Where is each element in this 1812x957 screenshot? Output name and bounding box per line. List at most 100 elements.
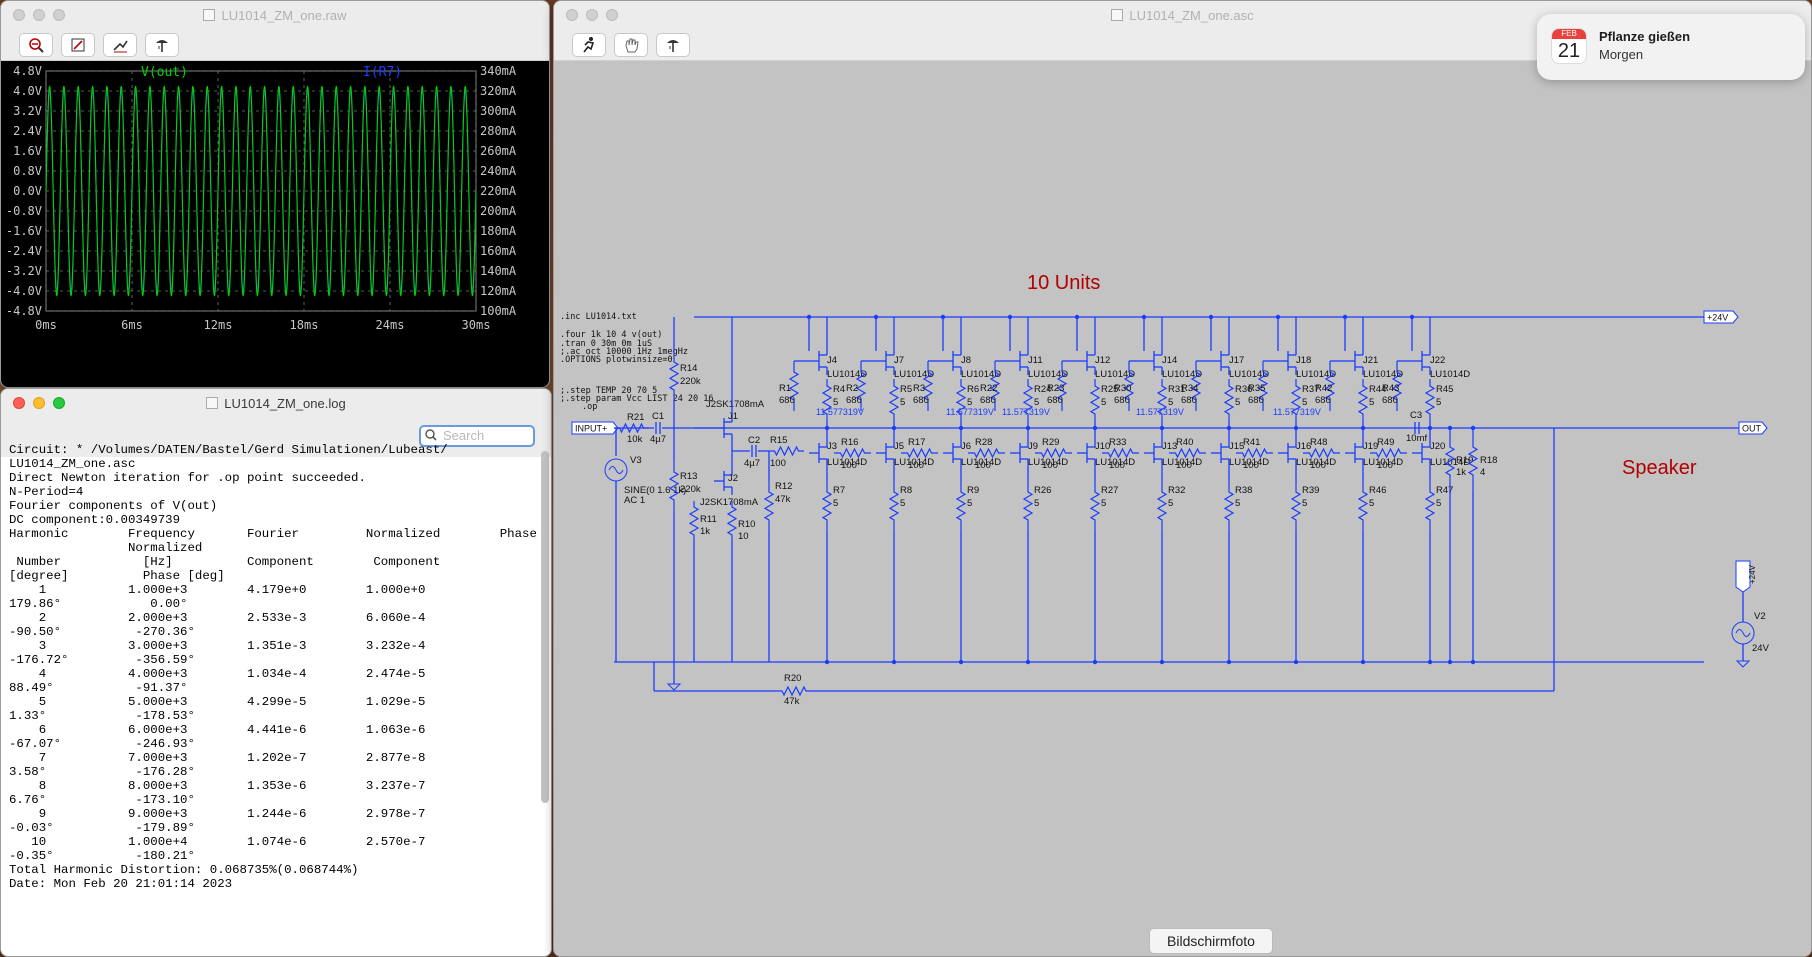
unit-rs-label: R6 (967, 384, 979, 395)
unit-part-top: LU1014D (1430, 369, 1470, 380)
log-window[interactable]: LU1014_ZM_one.log Search Circuit: * /Vol… (0, 388, 552, 957)
unit-rp-label: R35 (1248, 383, 1265, 394)
zoom-button[interactable] (53, 9, 65, 21)
unit-rp-value: 680 (980, 395, 996, 406)
waveform-plot[interactable]: 4.8V 4.0V 3.2V 2.4V 1.6V 0.8V 0.0V -0.8V -1.6V -2… (1, 61, 550, 388)
calendar-month: FEB (1552, 29, 1586, 39)
unit-ro-symbol (1424, 481, 1436, 531)
unit-rg-value: 100 (975, 460, 991, 471)
schematic-window[interactable]: LU1014_ZM_one.asc 10 Units Speaker .inc LU… (553, 0, 1812, 957)
unit-ro-symbol (1156, 481, 1168, 531)
x-tick: 6ms (121, 318, 143, 332)
x-tick: 24ms (376, 318, 405, 332)
r20-symbol (769, 685, 819, 697)
autorange-button[interactable] (103, 32, 137, 57)
pan-button[interactable] (614, 32, 648, 57)
junction-dot (958, 659, 964, 665)
y-left-tick: -0.8V (6, 204, 42, 218)
log-line: 9 9.000e+3 1.244e-6 2.978e-7 (9, 807, 426, 821)
unit-ro-symbol (1022, 481, 1034, 531)
unit-ro-symbol (888, 481, 900, 531)
unit-rg-label: R33 (1109, 437, 1126, 448)
r11-value: 1k (700, 526, 710, 537)
unit-rg-label: R16 (841, 437, 858, 448)
unit-rs-symbol (1089, 379, 1101, 421)
y-left-tick: 2.4V (13, 124, 42, 138)
log-line: -176.72° -356.59° (9, 653, 195, 667)
waveform-titlebar[interactable]: LU1014_ZM_one.raw (1, 1, 549, 29)
schematic-drawing[interactable]: 10 UnitsSpeaker.inc LU1014.txt.four 1k 1… (554, 61, 1812, 957)
y-right-tick: 300mA (480, 104, 517, 118)
r13-value: 220k (680, 484, 701, 495)
r15-label: R15 (770, 435, 787, 446)
y-left-tick: -1.6V (6, 224, 42, 238)
log-titlebar[interactable]: LU1014_ZM_one.log (1, 389, 551, 417)
schematic-canvas[interactable]: 10 Units Speaker .inc LU1014.txt .four 1k 1… (554, 61, 1812, 957)
y-right-tick: 260mA (480, 144, 517, 158)
speaker-label: Speaker (1622, 457, 1697, 479)
minimize-button[interactable] (586, 9, 598, 21)
unit-rs-value: 5 (900, 397, 905, 408)
junction-dot (1007, 314, 1013, 320)
search-placeholder: Search (443, 428, 485, 443)
zoom-out-icon (29, 37, 44, 53)
close-button[interactable] (13, 397, 25, 409)
unit-rs-symbol (1357, 379, 1369, 421)
close-button[interactable] (13, 9, 25, 21)
unit-ro-value: 5 (1369, 498, 1374, 509)
junction-dot (1025, 659, 1031, 665)
unit-ro-label: R38 (1235, 485, 1252, 496)
log-line: 4 4.000e+3 1.034e-4 2.474e-5 (9, 667, 426, 681)
zoom-button[interactable] (606, 9, 618, 21)
x-tick: 12ms (204, 318, 233, 332)
log-line: LU1014_ZM_one.asc (9, 457, 136, 471)
unit-rp-label: R30 (1114, 383, 1131, 394)
unit-rg-symbol (901, 447, 938, 459)
search-icon (425, 429, 437, 441)
probe-button[interactable] (145, 32, 179, 57)
junction-dot (1208, 314, 1214, 320)
legend-v-out: V(out) (141, 65, 188, 80)
unit-ro-value: 5 (900, 498, 905, 509)
junction-dot (1092, 659, 1098, 665)
y-left-tick: 0.0V (13, 184, 42, 198)
run-button[interactable] (572, 32, 606, 57)
probe-button[interactable] (656, 32, 690, 57)
minimize-button[interactable] (33, 397, 45, 409)
y-right-tick: 120mA (480, 284, 517, 298)
unit-rg-symbol (834, 447, 871, 459)
junction-dot (940, 314, 946, 320)
r12-label: R12 (775, 481, 792, 492)
r18-value: 4 (1480, 467, 1485, 478)
unit-ro-label: R7 (833, 485, 845, 496)
calendar-notification[interactable]: FEB 21 Pflanze gießen Morgen (1537, 14, 1805, 80)
calendar-day: 21 (1557, 40, 1581, 62)
unit-rg-value: 100 (1243, 460, 1259, 471)
zoom-button[interactable] (53, 397, 65, 409)
log-line: Direct Newton iteration for .op point su… (9, 471, 366, 485)
r13-label: R13 (680, 471, 697, 482)
zoom-out-button[interactable] (19, 32, 53, 57)
unit-jt-label: J17 (1229, 355, 1244, 366)
waveform-chart[interactable]: 4.8V 4.0V 3.2V 2.4V 1.6V 0.8V 0.0V -0.8V -1.6V -2… (1, 61, 550, 388)
close-button[interactable] (566, 9, 578, 21)
v3-label: V3 (630, 455, 642, 466)
log-line: Circuit: * /Volumes/DATEN/Bastel/Gerd Si… (9, 443, 448, 457)
zoom-extents-button[interactable] (61, 32, 95, 57)
node-voltage: 11.577319V (946, 407, 994, 417)
x-tick: 0ms (35, 318, 57, 332)
node-voltage: 11.577319V (1002, 407, 1050, 417)
log-line: 3 3.000e+3 1.351e-3 3.232e-4 (9, 639, 426, 653)
y-left-tick: -4.8V (6, 304, 42, 318)
log-scrollbar[interactable] (541, 451, 549, 803)
unit-rp-value: 680 (1047, 395, 1063, 406)
log-line: -67.07° -246.93° (9, 737, 195, 751)
j1-label: J1 (728, 411, 738, 422)
minimize-button[interactable] (33, 9, 45, 21)
trace-v-out (45, 85, 477, 297)
unit-rg-label: R48 (1310, 437, 1327, 448)
y-left-tick: 1.6V (13, 144, 42, 158)
r14-label: R14 (680, 363, 697, 374)
waveform-window[interactable]: LU1014_ZM_one.raw 4.8V 4.0V 3.2V 2.4V 1.6V 0.… (0, 0, 550, 388)
log-text[interactable]: Circuit: * /Volumes/DATEN/Bastel/Gerd Si… (9, 443, 537, 891)
